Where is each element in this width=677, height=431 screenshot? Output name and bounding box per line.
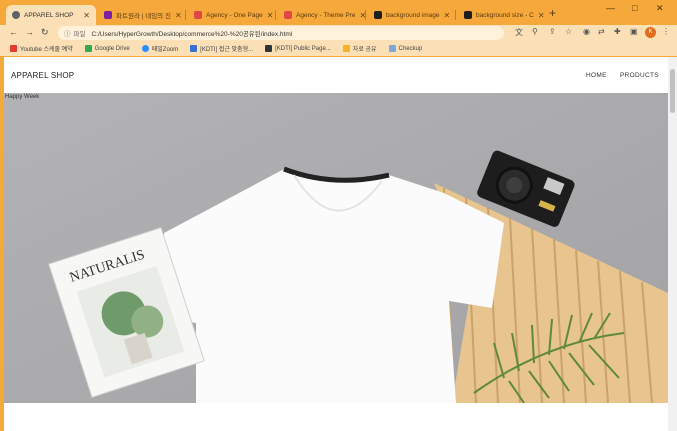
tab-apparel-shop[interactable]: APPAREL SHOP ✕ xyxy=(6,5,96,25)
reload-button[interactable]: ↻ xyxy=(41,27,49,38)
minimize-button[interactable]: — xyxy=(606,3,615,13)
close-tab-icon[interactable]: ✕ xyxy=(439,11,450,20)
site-favicon-icon xyxy=(374,11,382,19)
bookmark-folder[interactable]: 자료 공유 xyxy=(342,44,377,53)
address-bar[interactable]: ⓘ 파일 C:/Users/HyperGrowth/Desktop/commer… xyxy=(58,26,504,40)
folder-icon xyxy=(388,45,396,52)
globe-icon xyxy=(12,11,20,19)
tab-label: 파트원라 | 네임의 진 xyxy=(116,13,171,20)
folder-icon xyxy=(342,45,350,52)
content-below-hero xyxy=(4,403,668,431)
youtube-icon xyxy=(10,45,17,52)
tab-label: APPAREL SHOP xyxy=(24,11,74,19)
bookmark-checkup[interactable]: Checkup xyxy=(388,45,422,52)
bookmark-kdti-1[interactable]: [KDTI] 접근 맞춤형... xyxy=(190,44,253,53)
bookmark-star-icon[interactable]: ☆ xyxy=(565,27,572,36)
bookmarks-bar: Youtube 스케줄 예약 Google Drive 패밀Zoom [KDTI… xyxy=(0,41,677,56)
drive-icon xyxy=(84,45,92,52)
extension-icon[interactable]: ◉ xyxy=(583,27,590,36)
nav-home[interactable]: HOME xyxy=(586,72,607,79)
forward-button[interactable]: → xyxy=(25,27,34,37)
site-favicon-icon xyxy=(194,11,202,19)
tab-4[interactable]: Agency - Theme Pre ✕ xyxy=(278,5,366,25)
hero-section: Happy Week NATURALIS xyxy=(4,93,668,403)
browser-toolbar: ← → ↻ ⓘ 파일 C:/Users/HyperGrowth/Desktop/… xyxy=(0,25,677,41)
scrollbar-thumb[interactable] xyxy=(670,69,675,113)
page-scrollbar[interactable] xyxy=(668,57,677,431)
page-viewport: APPAREL SHOP HOME PRODUCTS Happy Week NA… xyxy=(4,57,677,431)
bookmark-kdti-2[interactable]: [KDTI] Public Page... xyxy=(265,45,331,52)
close-tab-icon[interactable]: ✕ xyxy=(534,11,545,20)
tab-label: Agency - One Page xyxy=(206,11,263,19)
cast-icon[interactable]: ⇄ xyxy=(598,27,605,36)
bookmark-google-drive[interactable]: Google Drive xyxy=(84,45,130,52)
notion-icon xyxy=(265,45,273,52)
puzzle-icon[interactable]: ✚ xyxy=(614,27,621,36)
zoom-icon[interactable]: ⚲ xyxy=(532,27,538,36)
profile-avatar[interactable]: K xyxy=(645,27,656,38)
bookmark-youtube[interactable]: Youtube 스케줄 예약 xyxy=(10,44,73,53)
close-tab-icon[interactable]: ✕ xyxy=(79,11,90,20)
hero-image: NATURALIS xyxy=(4,93,668,403)
site-favicon-icon xyxy=(284,11,292,19)
tab-6[interactable]: background size - C ✕ xyxy=(458,5,546,25)
bookmark-zoom[interactable]: 패밀Zoom xyxy=(141,44,178,53)
site-favicon-icon xyxy=(104,11,112,19)
zoom-icon xyxy=(141,45,149,52)
tab-label: Agency - Theme Pre xyxy=(296,11,356,19)
tab-2[interactable]: 파트원라 | 네임의 진 ✕ xyxy=(98,5,186,25)
close-tab-icon[interactable]: ✕ xyxy=(263,11,274,20)
url-text[interactable]: C:/Users/HyperGrowth/Desktop/commerce%20… xyxy=(91,28,292,38)
close-window-button[interactable]: ✕ xyxy=(656,3,664,14)
menu-kebab-icon[interactable]: ⋮ xyxy=(662,27,670,36)
info-icon[interactable]: ⓘ xyxy=(64,28,71,38)
tab-strip: APPAREL SHOP ✕ 파트원라 | 네임의 진 ✕ Agency - O… xyxy=(0,0,677,25)
tab-label: background image xyxy=(386,11,440,19)
site-favicon-icon xyxy=(190,45,198,52)
nav-products[interactable]: PRODUCTS xyxy=(620,72,659,79)
share-icon[interactable]: ⇪ xyxy=(549,27,556,36)
site-header: APPAREL SHOP HOME PRODUCTS xyxy=(4,57,668,93)
hero-caption: Happy Week xyxy=(5,94,40,100)
tab-5[interactable]: background image ✕ xyxy=(368,5,456,25)
close-tab-icon[interactable]: ✕ xyxy=(171,11,182,20)
new-tab-button[interactable]: + xyxy=(549,6,556,20)
back-button[interactable]: ← xyxy=(9,27,18,37)
browser-window: APPAREL SHOP ✕ 파트원라 | 네임의 진 ✕ Agency - O… xyxy=(0,0,677,431)
site-logo[interactable]: APPAREL SHOP xyxy=(11,71,74,80)
sidepanel-icon[interactable]: ▣ xyxy=(630,27,638,36)
tab-3[interactable]: Agency - One Page ✕ xyxy=(188,5,276,25)
maximize-button[interactable]: □ xyxy=(632,3,637,13)
security-label: 파일 xyxy=(73,31,86,38)
site-favicon-icon xyxy=(464,11,472,19)
translate-icon[interactable]: 文 xyxy=(515,27,523,38)
tab-label: background size - C xyxy=(476,11,534,19)
